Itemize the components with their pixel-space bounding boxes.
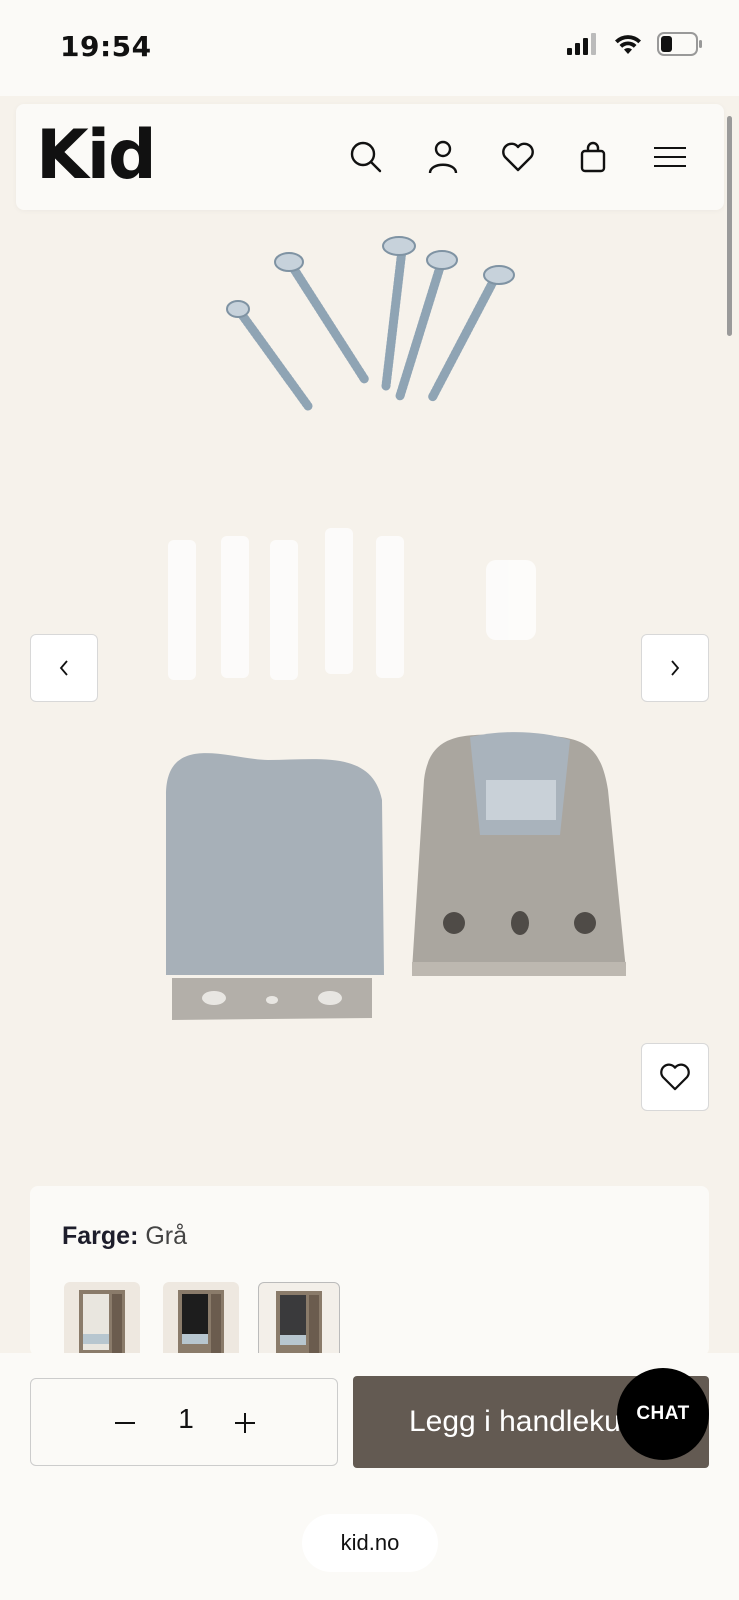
color-label: Farge: Grå <box>62 1222 187 1251</box>
site-header: Kid <box>16 104 724 210</box>
signal-icon <box>567 33 599 60</box>
heart-icon <box>660 1063 690 1091</box>
white-roller-blind-icon <box>79 1290 125 1360</box>
quantity-stepper: 1 <box>30 1378 338 1466</box>
status-time: 19:54 <box>60 30 152 63</box>
increase-quantity-button[interactable] <box>223 1401 267 1445</box>
kid-logo[interactable]: Kid <box>36 120 157 192</box>
chevron-right-icon <box>671 660 680 676</box>
color-swatch-grey[interactable] <box>258 1282 340 1362</box>
add-to-wishlist-button[interactable] <box>641 1043 709 1111</box>
search-icon[interactable] <box>346 137 386 177</box>
color-label-key: Farge: <box>62 1222 139 1250</box>
quantity-value[interactable]: 1 <box>171 1403 201 1435</box>
dark-roller-blind-icon <box>178 1290 224 1360</box>
chat-button[interactable]: CHAT <box>617 1368 709 1460</box>
next-image-button[interactable] <box>641 634 709 702</box>
decrease-quantity-button[interactable] <box>103 1401 147 1445</box>
product-gallery[interactable] <box>0 210 739 1140</box>
status-bar: 19:54 <box>0 0 739 96</box>
color-swatch-black[interactable] <box>163 1282 239 1362</box>
previous-image-button[interactable] <box>30 634 98 702</box>
grey-roller-blind-icon <box>276 1291 322 1361</box>
variant-panel: Farge: Grå <box>30 1186 709 1362</box>
wishlist-heart-icon[interactable] <box>498 137 538 177</box>
menu-icon[interactable] <box>648 137 692 177</box>
battery-icon <box>657 32 703 61</box>
plus-icon <box>235 1413 255 1433</box>
color-swatch-white[interactable] <box>64 1282 140 1362</box>
color-label-value: Grå <box>145 1222 188 1250</box>
account-icon[interactable] <box>423 137 463 177</box>
browser-url-pill[interactable]: kid.no <box>302 1514 438 1572</box>
wifi-icon <box>613 33 643 60</box>
product-image <box>166 236 626 1020</box>
bag-icon[interactable] <box>573 137 613 177</box>
minus-icon <box>115 1422 135 1424</box>
chevron-left-icon <box>59 660 68 676</box>
